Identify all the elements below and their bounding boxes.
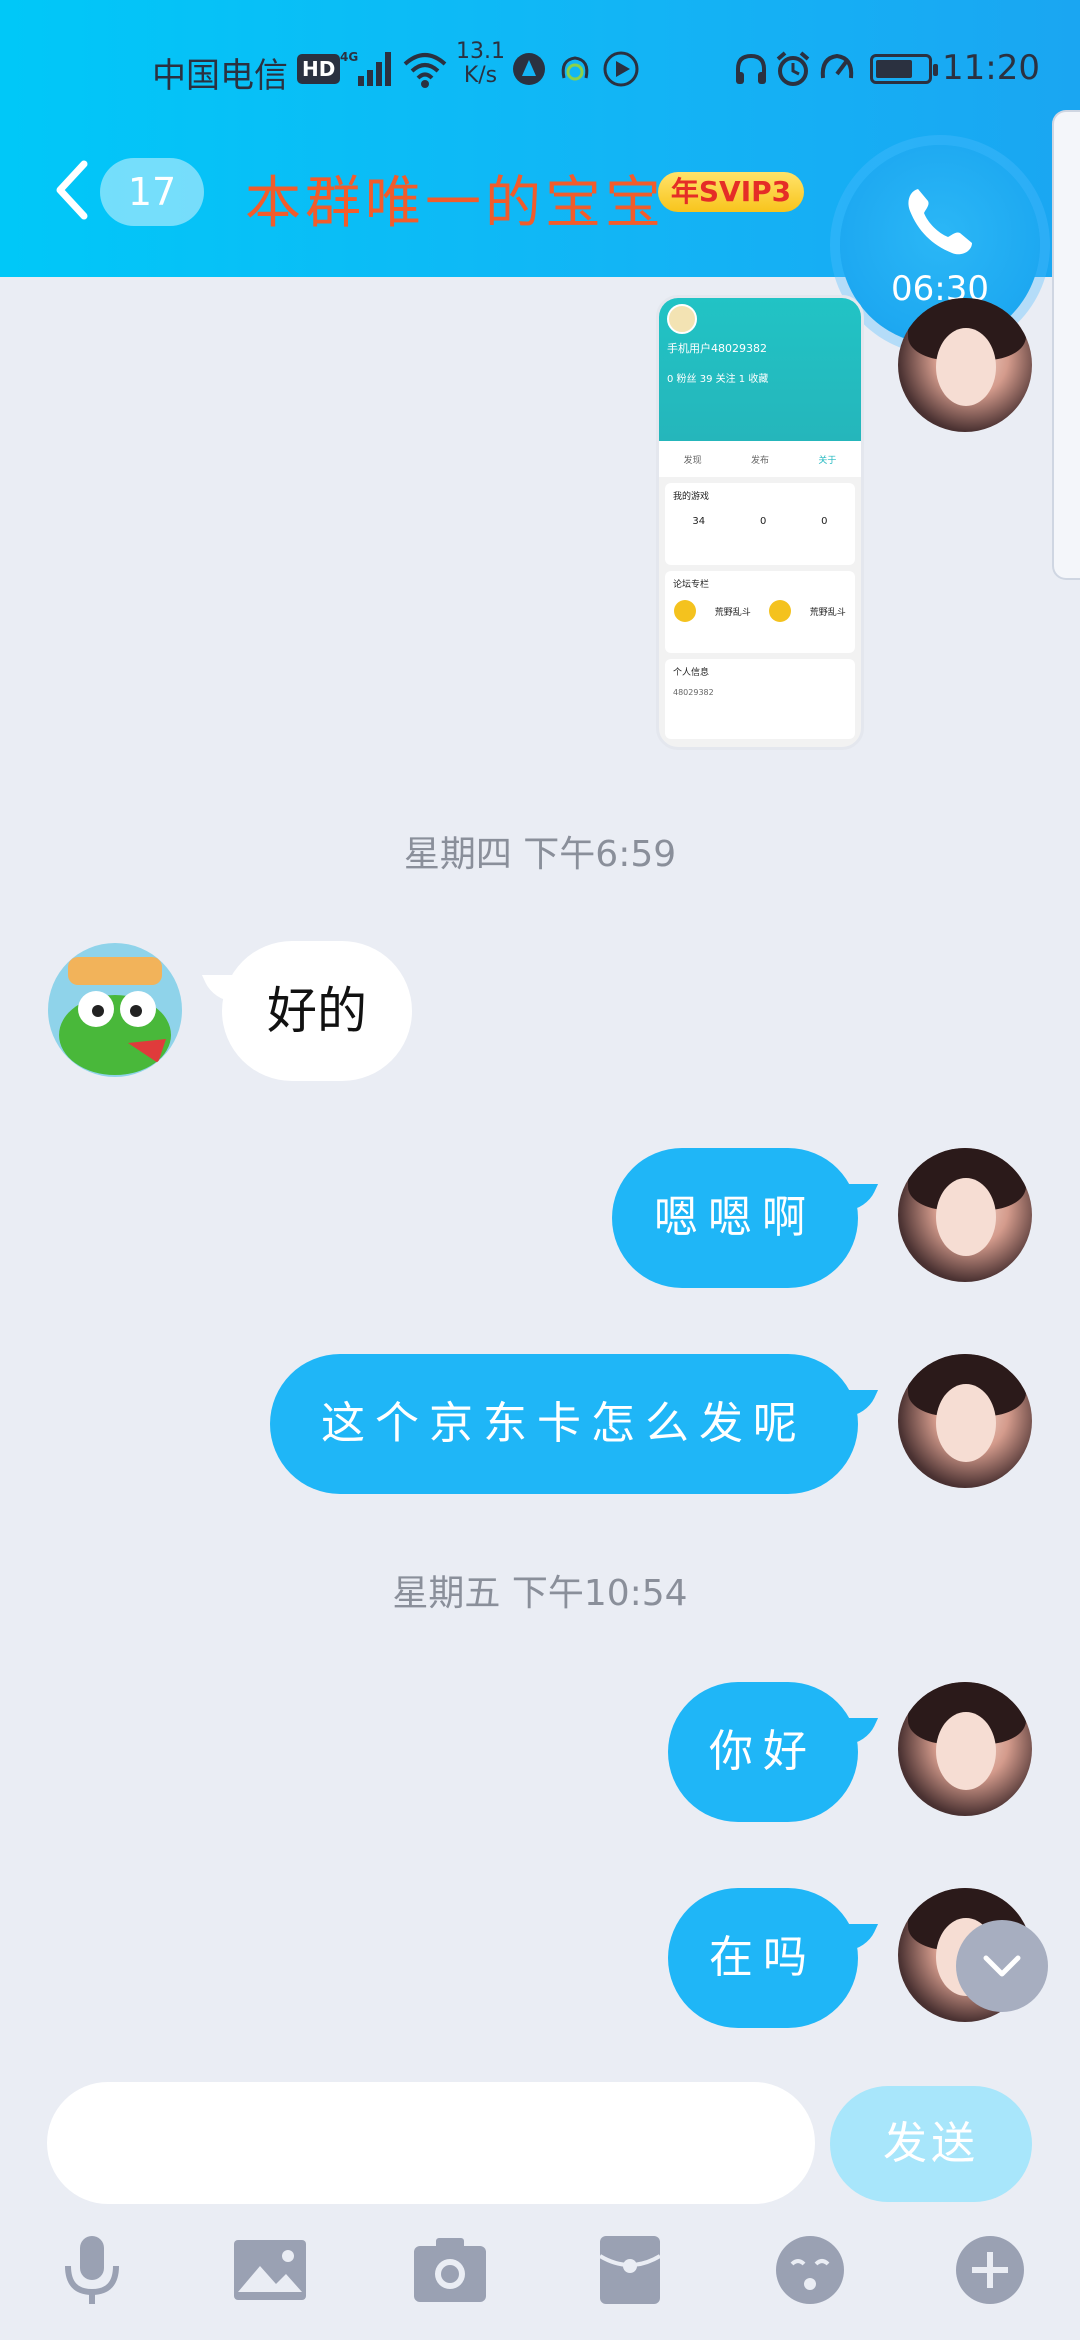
preview-count: 0 [821, 516, 828, 527]
profile-avatar-preview [667, 304, 697, 334]
shared-screenshot-image[interactable]: 手机用户48029382 0 粉丝 39 关注 1 收藏 发现 发布 关于 我的… [656, 295, 864, 750]
net-speed-unit: K/s [463, 63, 498, 88]
video-icon [603, 51, 639, 87]
preview-id: 48029382 [673, 688, 714, 697]
carrier-label: 中国电信 [152, 56, 288, 96]
profile-header-preview: 手机用户48029382 0 粉丝 39 关注 1 收藏 [659, 298, 861, 441]
back-icon[interactable] [52, 160, 92, 220]
outgoing-message-bubble[interactable]: 嗯嗯啊 [612, 1148, 858, 1288]
alarm-icon [776, 51, 810, 86]
outgoing-message-bubble[interactable]: 这个京东卡怎么发呢 [270, 1354, 858, 1494]
svg-text:4G: 4G [340, 50, 358, 64]
hd-badge: HD [297, 54, 341, 84]
preview-section-title: 个人信息 [673, 668, 710, 678]
scroll-to-bottom-button[interactable] [956, 1920, 1048, 2012]
message-input[interactable] [47, 2082, 815, 2204]
signal-4g-icon: 4G [340, 50, 391, 86]
clock: 11:20 [942, 48, 1040, 88]
camera-icon[interactable] [410, 2230, 490, 2310]
status-bar: 中国电信 HD 4G 13.1 K/s 11:20 [0, 40, 1080, 100]
preview-activity-card: 论坛专栏 荒野乱斗 荒野乱斗 [665, 571, 855, 653]
plus-icon[interactable] [950, 2230, 1030, 2310]
game-icon [769, 600, 792, 622]
game-icon [674, 600, 697, 622]
side-drawer-handle[interactable] [1052, 110, 1080, 580]
headphones-icon [736, 53, 766, 84]
unread-count-badge[interactable]: 17 [100, 158, 204, 226]
my-avatar[interactable] [898, 298, 1032, 432]
timestamp: 星期四 下午6:59 [403, 834, 677, 875]
wifi-icon [403, 53, 447, 88]
input-toolbar [0, 2230, 1080, 2320]
preview-info-card: 个人信息 48029382 [665, 659, 855, 739]
preview-stats: 0 粉丝 39 关注 1 收藏 [667, 374, 769, 385]
speedometer-icon [820, 53, 854, 79]
browser-icon [513, 53, 545, 85]
chat-title[interactable]: 本群唯一的宝宝 [245, 158, 665, 239]
phone-icon [908, 189, 972, 255]
preview-count: 0 [759, 516, 767, 527]
my-avatar[interactable] [898, 1354, 1032, 1488]
preview-game-name: 荒野乱斗 [714, 607, 751, 618]
battery-icon [870, 54, 938, 84]
preview-game-name: 荒野乱斗 [809, 607, 846, 618]
preview-games-card: 我的游戏 34 0 0 [665, 483, 855, 565]
assistant-icon [561, 56, 589, 81]
emoji-icon[interactable] [770, 2230, 850, 2310]
frog-icon [59, 957, 171, 1075]
contact-avatar[interactable] [48, 943, 182, 1077]
preview-tabs: 发现 发布 关于 [659, 441, 861, 477]
preview-tab: 发布 [750, 455, 769, 466]
network-speed: 13.1 K/s [456, 40, 505, 88]
net-speed-value: 13.1 [456, 39, 505, 64]
timestamp: 星期五 下午10:54 [392, 1573, 688, 1614]
send-button[interactable]: 发送 [830, 2086, 1032, 2202]
svip-badge[interactable]: 年SVIP3 [658, 172, 804, 212]
outgoing-message-bubble[interactable]: 在吗 [668, 1888, 858, 2028]
preview-count: 34 [692, 516, 706, 527]
preview-tab: 关于 [818, 455, 837, 466]
incoming-message-bubble[interactable]: 好的 [222, 941, 412, 1081]
red-packet-icon[interactable] [590, 2230, 670, 2310]
preview-tab: 发现 [683, 455, 702, 466]
image-icon[interactable] [230, 2230, 310, 2310]
chevron-down-icon [983, 1955, 1021, 1977]
preview-section-title: 我的游戏 [673, 492, 710, 502]
preview-section-title: 论坛专栏 [673, 580, 710, 590]
outgoing-message-bubble[interactable]: 你好 [668, 1682, 858, 1822]
my-avatar[interactable] [898, 1682, 1032, 1816]
preview-username: 手机用户48029382 [667, 342, 767, 355]
mic-icon[interactable] [52, 2230, 132, 2310]
my-avatar[interactable] [898, 1148, 1032, 1282]
